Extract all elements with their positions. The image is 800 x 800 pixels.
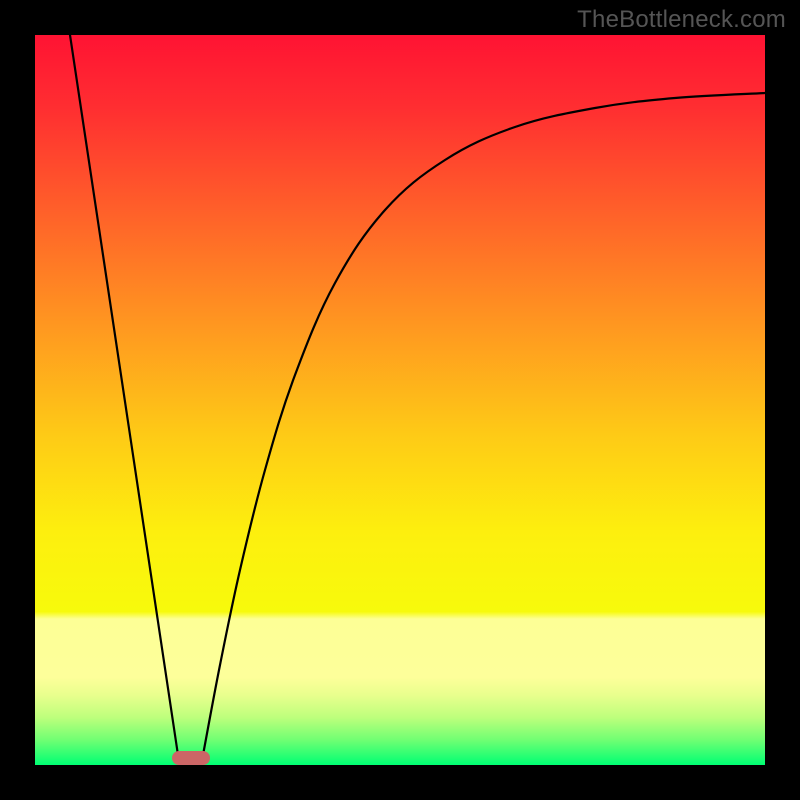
gradient-background <box>35 35 765 765</box>
watermark-text: TheBottleneck.com <box>577 6 786 34</box>
marker-group <box>172 751 210 765</box>
bottleneck-chart <box>35 35 765 765</box>
optimum-marker <box>172 751 210 765</box>
plot-area <box>35 35 765 765</box>
